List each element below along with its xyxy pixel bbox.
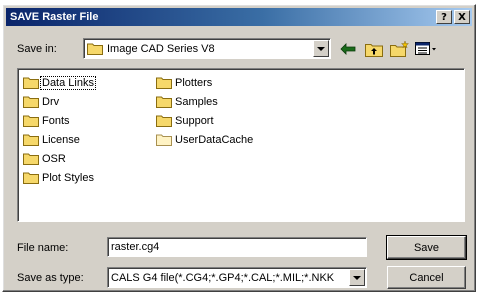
up-folder-icon[interactable] (363, 39, 385, 59)
help-button[interactable]: ? (436, 10, 452, 24)
folder-item[interactable]: License (23, 130, 95, 149)
folder-label: Plotters (175, 76, 213, 89)
save-button[interactable]: Save (386, 235, 467, 260)
save-raster-dialog: SAVE Raster File ? X Save in: Image CAD … (2, 4, 476, 292)
folder-item[interactable]: Plot Styles (23, 168, 95, 187)
folder-label: License (42, 133, 80, 146)
folder-icon (156, 96, 172, 108)
folder-icon (23, 134, 39, 146)
folder-icon (23, 172, 39, 184)
folder-label: Plot Styles (42, 171, 94, 184)
folder-item[interactable]: Support (156, 111, 254, 130)
folder-item[interactable]: Fonts (23, 111, 95, 130)
save-in-label: Save in: (17, 43, 57, 55)
file-name-label: File name: (17, 242, 69, 254)
folder-item[interactable]: UserDataCache (156, 130, 254, 149)
folder-item[interactable]: OSR (23, 149, 95, 168)
file-list-column-1: Data Links Drv Fonts License OSR Plot St… (23, 73, 96, 187)
save-as-type-label: Save as type: (17, 272, 84, 284)
folder-label: Data Links (40, 75, 96, 90)
close-button[interactable]: X (454, 10, 470, 24)
save-in-value: Image CAD Series V8 (107, 42, 215, 55)
view-menu-icon[interactable] (415, 39, 437, 59)
folder-label: Support (175, 114, 214, 127)
folder-icon (23, 77, 39, 89)
folder-icon (23, 96, 39, 108)
back-arrow-icon[interactable] (337, 39, 359, 59)
folder-label: UserDataCache (175, 133, 254, 146)
folder-icon (156, 77, 172, 89)
chevron-down-icon[interactable] (313, 40, 329, 57)
folder-item[interactable]: Drv (23, 92, 95, 111)
folder-icon (23, 153, 39, 165)
save-as-type-dropdown[interactable]: CALS G4 file(*.CG4;*.GP4;*.CAL;*.MIL;*.N… (107, 267, 367, 288)
folder-item[interactable]: Data Links (23, 73, 96, 92)
file-name-input[interactable]: raster.cg4 (107, 237, 367, 257)
folder-item[interactable]: Plotters (156, 73, 254, 92)
new-folder-icon[interactable] (389, 39, 411, 59)
folder-icon (156, 115, 172, 127)
folder-icon (23, 115, 39, 127)
save-as-type-value: CALS G4 file(*.CG4;*.GP4;*.CAL;*.MIL;*.N… (111, 271, 335, 284)
chevron-down-icon[interactable] (349, 269, 365, 286)
file-list-column-2: Plotters Samples Support UserDataCache (156, 73, 254, 149)
folder-label: OSR (42, 152, 66, 165)
cancel-button[interactable]: Cancel (387, 266, 466, 289)
folder-label: Drv (42, 95, 60, 108)
title-bar[interactable]: SAVE Raster File ? X (6, 8, 472, 26)
dialog-title: SAVE Raster File (10, 11, 99, 23)
folder-icon (156, 134, 172, 146)
file-list[interactable]: Data Links Drv Fonts License OSR Plot St… (17, 68, 465, 222)
folder-label: Samples (175, 95, 218, 108)
folder-label: Fonts (42, 114, 70, 127)
toolbar (337, 39, 437, 59)
folder-item[interactable]: Samples (156, 92, 254, 111)
folder-icon (87, 43, 103, 55)
save-in-dropdown[interactable]: Image CAD Series V8 (83, 38, 331, 59)
